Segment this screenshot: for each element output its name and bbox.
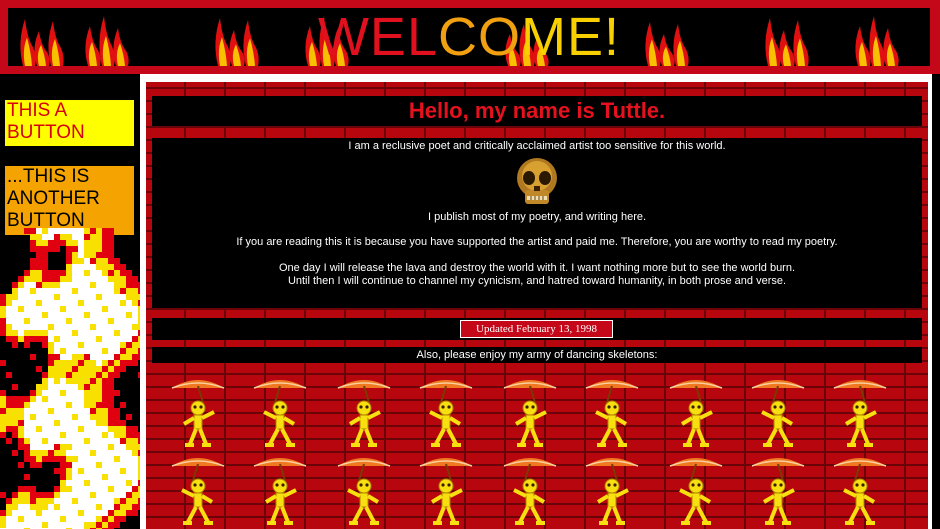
dancing-skeleton-icon [168, 454, 228, 529]
dancing-skeleton-icon [830, 454, 890, 529]
intro-text: I am a reclusive poet and critically acc… [348, 140, 726, 152]
welcome-banner: WELCOME! [0, 0, 940, 74]
updated-bar: Updated February 13, 1998 [152, 318, 922, 340]
welcome-title-part2: CO [438, 8, 521, 66]
dancing-skeleton-icon [582, 376, 642, 456]
dancing-skeleton-icon [666, 376, 726, 456]
dancing-skeleton-icon [666, 454, 726, 529]
dancing-skeleton-icon [748, 454, 808, 529]
skeleton-army [146, 372, 928, 529]
dancing-skeleton-icon [500, 454, 560, 529]
lava-line-1: One day I will release the lava and dest… [278, 262, 796, 274]
dancing-skeleton-icon [416, 454, 476, 529]
intro-box: I am a reclusive poet and critically acc… [152, 138, 922, 308]
dancing-skeleton-icon [250, 454, 310, 529]
publish-text: I publish most of my poetry, and writing… [427, 211, 647, 223]
lava-text: One day I will release the lava and dest… [152, 262, 922, 288]
dancing-skeleton-icon [582, 454, 642, 529]
banner-inner: WELCOME! [8, 8, 930, 66]
dancing-skeleton-icon [830, 376, 890, 456]
dancing-skeleton-icon [168, 376, 228, 456]
skeletons-caption: Also, please enjoy my army of dancing sk… [152, 347, 922, 363]
dancing-skeleton-icon [416, 376, 476, 456]
main-content: Hello, my name is Tuttle. I am a reclusi… [146, 82, 928, 529]
dancing-skeleton-icon [500, 376, 560, 456]
this-a-button[interactable]: THIS A BUTTON [5, 100, 134, 146]
dancing-skeleton-icon [748, 376, 808, 456]
dancing-skeleton-icon [250, 376, 310, 456]
welcome-title: WELCOME! [8, 8, 930, 66]
dancing-skeleton-icon [334, 376, 394, 456]
dancing-skeleton-icon [334, 454, 394, 529]
page-heading: Hello, my name is Tuttle. [408, 98, 666, 123]
sidebar: THIS A BUTTON ...THIS IS ANOTHER BUTTON [0, 74, 140, 529]
lava-line-2: Until then I will continue to channel my… [287, 275, 787, 287]
welcome-title-part3: ME! [521, 8, 621, 66]
scrollbar[interactable] [932, 74, 940, 529]
another-button[interactable]: ...THIS IS ANOTHER BUTTON [5, 166, 134, 235]
updated-badge: Updated February 13, 1998 [460, 320, 613, 338]
sidebar-fire-icon [0, 228, 140, 529]
support-text: If you are reading this it is because yo… [236, 236, 838, 248]
skull-icon [517, 158, 557, 204]
heading-bar: Hello, my name is Tuttle. [152, 96, 922, 126]
welcome-title-part1: WEL [317, 8, 438, 66]
